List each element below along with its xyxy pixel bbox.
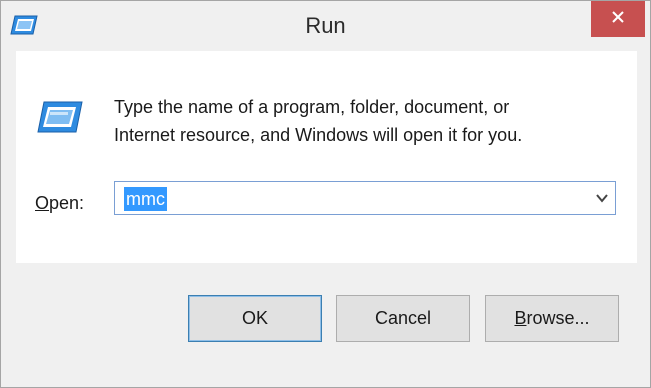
dialog-content: Type the name of a program, folder, docu…	[16, 51, 637, 263]
cancel-button[interactable]: Cancel	[336, 295, 470, 342]
run-icon	[34, 99, 84, 135]
cancel-button-label: Cancel	[374, 308, 432, 328]
browse-accelerator: B	[514, 308, 527, 328]
run-dialog: Run Type the name of a program, folder, …	[0, 0, 651, 388]
close-button[interactable]	[591, 1, 645, 37]
description-text: Type the name of a program, folder, docu…	[114, 93, 614, 149]
description-line: Type the name of a program, folder, docu…	[114, 97, 510, 117]
window-title: Run	[305, 13, 346, 38]
browse-button-label: rowse...	[526, 308, 590, 328]
title-bar[interactable]: Run	[1, 1, 650, 51]
open-combobox[interactable]: mmc	[114, 181, 616, 215]
open-label-text: pen:	[49, 193, 85, 213]
ok-button[interactable]: OK	[188, 295, 322, 342]
open-label-accelerator: O	[35, 193, 50, 213]
open-label: Open:	[35, 193, 84, 214]
browse-button[interactable]: Browse...	[485, 295, 619, 342]
open-input-value[interactable]: mmc	[124, 187, 167, 211]
close-icon	[611, 10, 625, 29]
ok-button-label: OK	[241, 308, 268, 328]
description-line: Internet resource, and Windows will open…	[114, 125, 523, 145]
chevron-down-icon[interactable]	[595, 191, 609, 205]
